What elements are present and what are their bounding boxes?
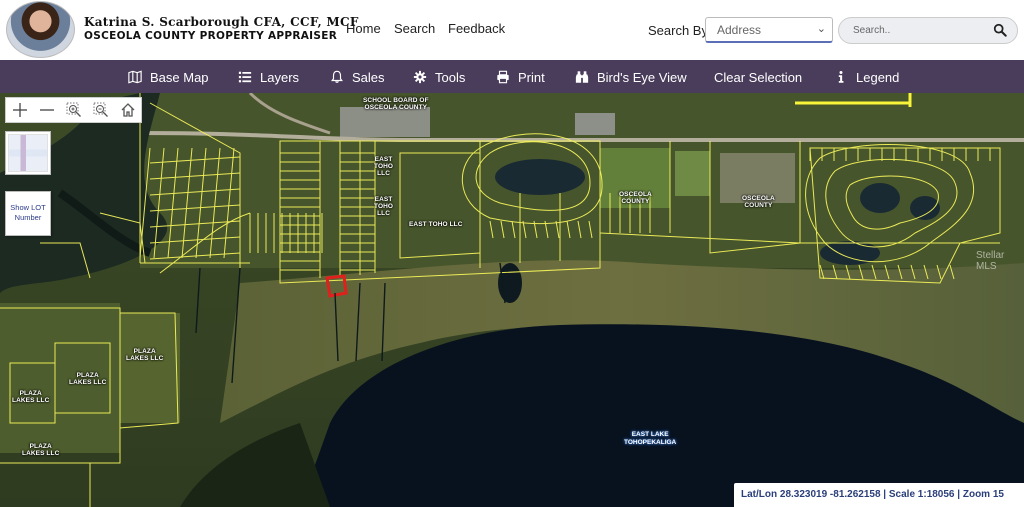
map-status-bar: Lat/Lon 28.323019 -81.262158 | Scale 1:1… (734, 483, 1024, 507)
parcel-label: EAST TOHO LLC (374, 196, 394, 217)
zoom-box-in-button[interactable] (60, 98, 87, 122)
base-map-label: Base Map (150, 69, 209, 85)
parcel-label: PLAZA LAKES LLC (69, 372, 107, 386)
nav-search-link[interactable]: Search (394, 21, 435, 36)
zoom-box-in-icon (66, 102, 81, 117)
app-header: Katrina S. Scarborough CFA, CCF, MCF OSC… (0, 0, 1024, 60)
layers-label: Layers (260, 69, 300, 85)
chevron-down-icon: ⌄ (816, 23, 826, 35)
parcel-label: EAST TOHO LLC (409, 221, 463, 228)
legend-label: Legend (856, 69, 900, 85)
show-lot-label: Show LOT (10, 203, 46, 212)
print-button[interactable]: Print (496, 68, 545, 86)
parcel-label: PLAZA LAKES LLC (22, 443, 60, 457)
nav-feedback-link[interactable]: Feedback (448, 21, 505, 36)
zoom-in-icon (12, 103, 27, 117)
parcel-label: EAST TOHO LLC (374, 156, 394, 177)
map-toolbar: Base Map Layers Sales Tools Print Bird's… (0, 60, 1024, 93)
gear-icon (413, 70, 427, 84)
zoom-controls (5, 97, 142, 123)
parcel-label: OSCEOLA COUNTY (742, 195, 775, 209)
search-input[interactable]: Search.. (838, 17, 1018, 44)
lake-label: EAST LAKE TOHOPEKALIGA (624, 431, 677, 446)
parcel-label: PLAZA LAKES LLC (12, 390, 50, 404)
birds-eye-label: Bird's Eye View (597, 69, 687, 85)
clear-selection-label: Clear Selection (714, 69, 803, 85)
info-icon (838, 70, 844, 83)
zoom-out-icon (39, 109, 54, 111)
brand-name: Katrina S. Scarborough CFA, CCF, MCF (84, 15, 359, 29)
tools-label: Tools (435, 69, 466, 85)
search-placeholder: Search.. (853, 25, 891, 36)
mls-watermark: Stellar MLS (976, 250, 1005, 272)
layers-button[interactable]: Layers (238, 68, 299, 86)
parcel-label: OSCEOLA COUNTY (619, 191, 652, 205)
brand-subtitle: OSCEOLA COUNTY PROPERTY APPRAISER (84, 30, 338, 42)
show-lot-number-button[interactable]: Show LOT Number (5, 191, 51, 236)
sales-button[interactable]: Sales (330, 68, 385, 86)
birds-eye-view-button[interactable]: Bird's Eye View (575, 68, 687, 86)
parcel-label: PLAZA LAKES LLC (126, 348, 164, 362)
clear-selection-button[interactable]: Clear Selection (714, 68, 802, 86)
print-label: Print (518, 69, 545, 85)
zoom-box-out-button[interactable] (87, 98, 114, 122)
search-by-value: Address (717, 23, 762, 37)
search-by-select[interactable]: Address ⌄ (705, 17, 833, 43)
binoculars-icon (575, 71, 589, 83)
search-by-label: Search By (648, 23, 708, 38)
home-extent-button[interactable] (114, 98, 141, 122)
map-icon (128, 70, 142, 84)
bell-icon (331, 70, 343, 83)
zoom-box-out-icon (93, 102, 108, 117)
legend-button[interactable]: Legend (834, 68, 899, 86)
show-lot-label-2: Number (14, 213, 42, 222)
search-icon[interactable] (993, 23, 1007, 37)
satellite-basemap (0, 93, 1024, 507)
nav-home-link[interactable]: Home (346, 21, 381, 36)
tools-button[interactable]: Tools (413, 68, 465, 86)
zoom-in-button[interactable] (6, 98, 33, 122)
appraiser-photo (6, 1, 75, 58)
base-map-button[interactable]: Base Map (128, 68, 209, 86)
home-icon (121, 103, 134, 117)
overview-minimap[interactable] (5, 131, 51, 175)
printer-icon (497, 70, 509, 84)
layers-icon (238, 71, 252, 83)
zoom-out-button[interactable] (33, 98, 60, 122)
parcel-label: SCHOOL BOARD OF OSCEOLA COUNTY (363, 97, 429, 111)
sales-label: Sales (352, 69, 385, 85)
map-view[interactable]: SCHOOL BOARD OF OSCEOLA COUNTY EAST TOHO LL… (0, 93, 1024, 507)
